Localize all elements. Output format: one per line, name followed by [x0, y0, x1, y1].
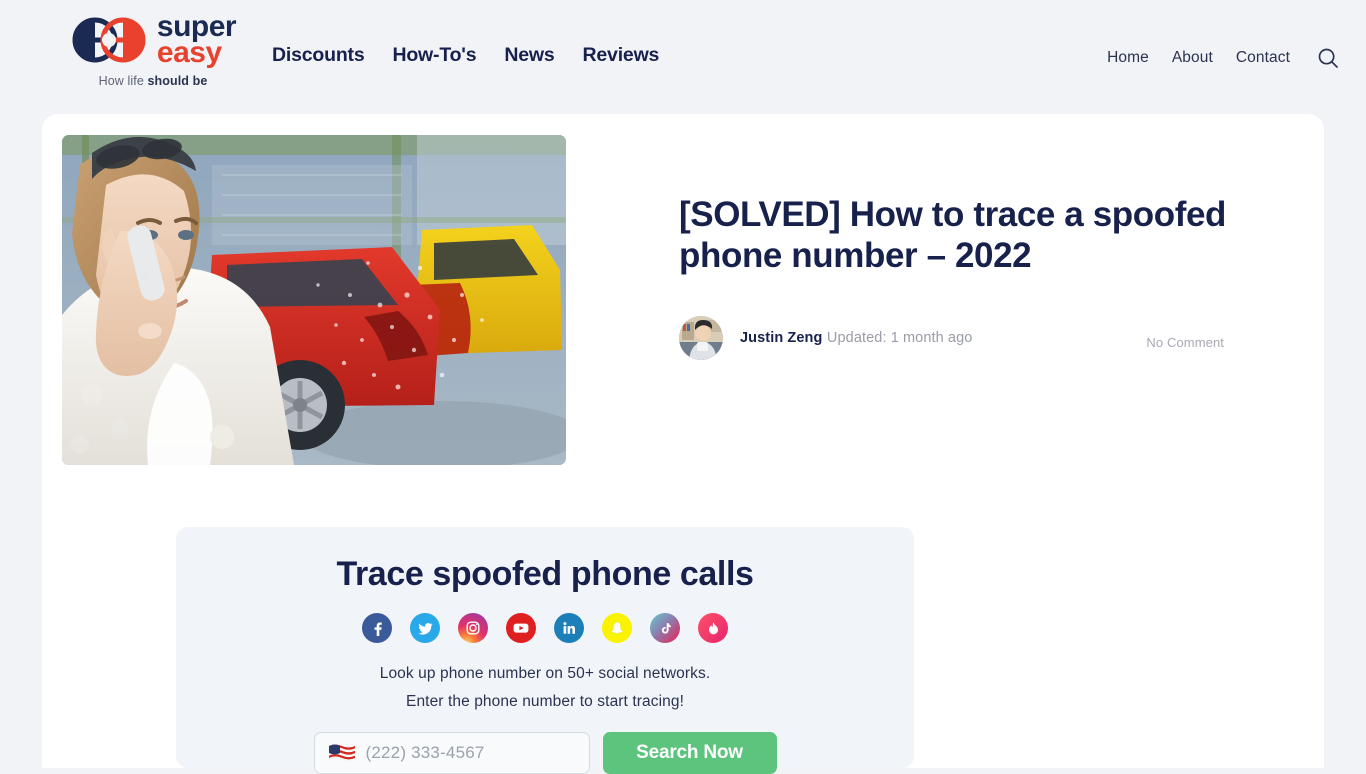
logo-wordmark: super easy: [156, 12, 237, 69]
trace-phone-widget: Trace spoofed phone calls Look up phone …: [176, 527, 914, 774]
article-meta: [SOLVED] How to trace a spoofed phone nu…: [566, 135, 1304, 465]
twitter-icon[interactable]: [410, 613, 440, 643]
nav-item-reviews[interactable]: Reviews: [583, 44, 660, 67]
widget-copy-line-2: Enter the phone number to start tracing!: [406, 692, 684, 710]
byline: Justin Zeng Updated: 1 month ago No Comm…: [679, 315, 1224, 360]
logo-tagline: How life should be: [99, 74, 208, 88]
byline-text: Justin Zeng Updated: 1 month ago: [740, 329, 972, 347]
snapchat-icon[interactable]: [602, 613, 632, 643]
tiktok-icon[interactable]: [650, 613, 680, 643]
comment-count[interactable]: No Comment: [1146, 325, 1224, 350]
widget-description: Look up phone number on 50+ social netwo…: [176, 660, 914, 715]
author-name[interactable]: Justin Zeng: [740, 330, 822, 346]
nav-item-home[interactable]: Home: [1107, 49, 1149, 67]
social-network-icons: [176, 613, 914, 643]
article-header: [SOLVED] How to trace a spoofed phone nu…: [62, 135, 1304, 465]
logo-word-easy: easy: [156, 35, 222, 69]
updated-timestamp: Updated: 1 month ago: [826, 329, 973, 346]
site-logo[interactable]: super easy How life should be: [40, 12, 266, 88]
nav-item-contact[interactable]: Contact: [1236, 49, 1290, 67]
superEasy-logo-icon: [70, 17, 148, 63]
tinder-icon[interactable]: [698, 613, 728, 643]
tagline-prefix: How life: [98, 73, 148, 88]
utility-navigation: Home About Contact: [1107, 46, 1340, 70]
linkedin-icon[interactable]: [554, 613, 584, 643]
nav-item-about[interactable]: About: [1172, 49, 1213, 67]
us-flag-icon[interactable]: [328, 744, 355, 763]
site-header: super easy How life should be Discounts …: [0, 0, 1366, 114]
phone-number-input[interactable]: [365, 743, 566, 764]
widget-copy-line-1: Look up phone number on 50+ social netwo…: [379, 665, 711, 682]
widget-title: Trace spoofed phone calls: [336, 555, 754, 593]
youtube-icon[interactable]: [506, 613, 536, 643]
primary-navigation: Discounts How-To's News Reviews: [272, 44, 659, 67]
page-title: [SOLVED] How to trace a spoofed phone nu…: [679, 195, 1227, 275]
search-icon[interactable]: [1316, 46, 1340, 70]
nav-item-how-tos[interactable]: How-To's: [392, 44, 476, 67]
nav-item-news[interactable]: News: [504, 44, 554, 67]
avatar[interactable]: [679, 315, 723, 360]
facebook-icon[interactable]: [362, 613, 392, 643]
article-content-card: [SOLVED] How to trace a spoofed phone nu…: [42, 114, 1324, 774]
tagline-bold: should be: [147, 73, 208, 88]
instagram-icon[interactable]: [458, 613, 488, 643]
logo-row: super easy: [70, 12, 237, 69]
nav-item-discounts[interactable]: Discounts: [272, 44, 365, 67]
article-hero-image: [62, 135, 566, 465]
